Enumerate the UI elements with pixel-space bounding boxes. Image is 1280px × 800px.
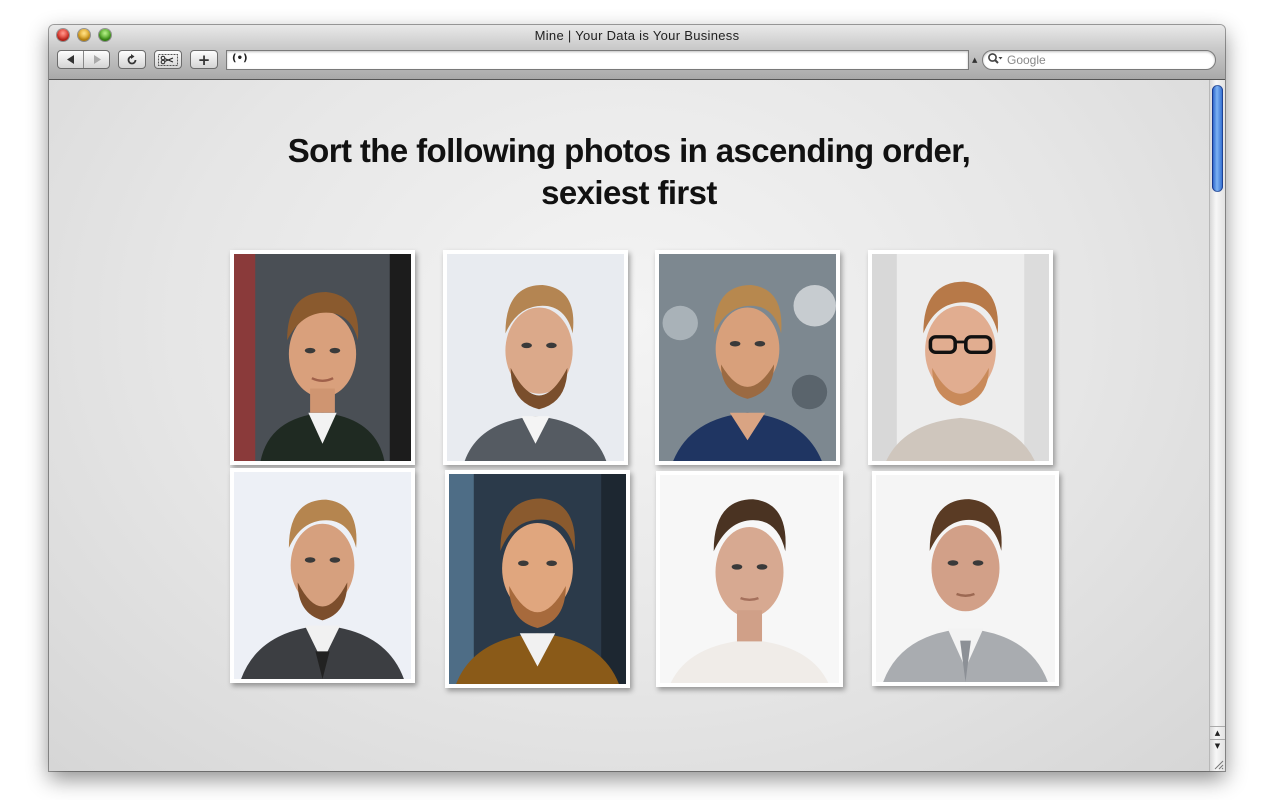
photo-card-3[interactable] [655, 250, 840, 465]
photo-card-8[interactable] [872, 471, 1059, 686]
add-bookmark-button[interactable]: + [190, 50, 218, 69]
page-title-line-1: Sort the following photos in ascending o… [287, 132, 971, 169]
scroll-down-arrow-icon[interactable]: ▼ [1210, 739, 1225, 752]
rss-icon: (•) [232, 53, 248, 64]
search-icon[interactable] [987, 52, 1003, 66]
portrait-image [234, 254, 411, 461]
portrait-image [234, 472, 411, 679]
photo-card-1[interactable] [230, 250, 415, 465]
reload-button[interactable] [118, 50, 146, 69]
back-button[interactable] [58, 51, 84, 68]
reload-icon [127, 53, 137, 64]
scrollbar-thumb[interactable] [1212, 85, 1223, 192]
snip-button[interactable] [154, 50, 182, 69]
address-dropdown-icon[interactable]: ▲ [972, 56, 977, 64]
vertical-scrollbar[interactable]: ▲ ▼ [1209, 80, 1225, 771]
add-label: + [197, 50, 211, 69]
photo-card-4[interactable] [868, 250, 1053, 465]
portrait-image [447, 254, 624, 461]
forward-button[interactable] [84, 51, 109, 68]
nav-buttons [57, 50, 110, 69]
browser-toolbar: Mine | Your Data is Your Business + (•) … [49, 25, 1225, 80]
window-title: Mine | Your Data is Your Business [534, 28, 740, 43]
search-field[interactable] [982, 50, 1216, 70]
photo-card-5[interactable] [230, 468, 415, 683]
portrait-image [449, 474, 626, 684]
portrait-image [659, 254, 836, 461]
scissors-icon [158, 53, 178, 66]
portrait-image [876, 475, 1055, 682]
page-content: Sort the following photos in ascending o… [49, 80, 1209, 771]
forward-arrow-icon [93, 55, 101, 64]
address-bar[interactable]: (•) [226, 50, 969, 70]
page-title: Sort the following photos in ascending o… [49, 130, 1209, 214]
photo-card-6[interactable] [445, 470, 630, 688]
browser-window: Mine | Your Data is Your Business + (•) … [49, 25, 1225, 771]
photo-card-2[interactable] [443, 250, 628, 465]
resize-grip-icon[interactable] [1212, 758, 1224, 770]
photo-card-7[interactable] [656, 471, 843, 687]
portrait-image [872, 254, 1049, 461]
scroll-up-arrow-icon[interactable]: ▲ [1210, 726, 1225, 739]
page-title-line-2: sexiest first [541, 174, 717, 211]
search-input[interactable] [1007, 52, 1207, 68]
back-arrow-icon [66, 55, 74, 64]
portrait-image [660, 475, 839, 683]
